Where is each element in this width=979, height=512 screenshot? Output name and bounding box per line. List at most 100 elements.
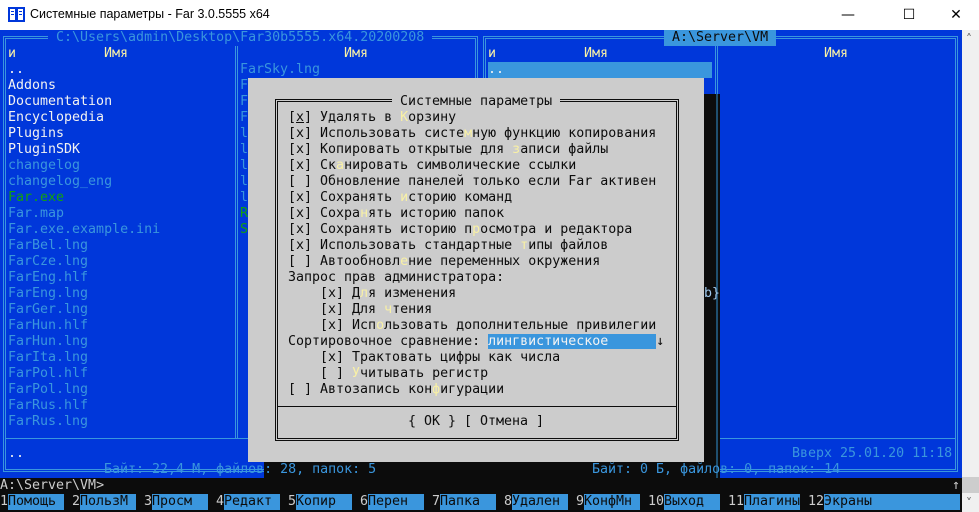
checkbox-option[interactable]: [x] Использовать стандартные типы файлов <box>288 238 608 254</box>
key-f6-button[interactable]: Перен <box>368 494 424 510</box>
ok-button[interactable]: { OK } <box>408 414 456 430</box>
file-list-item[interactable]: .. <box>8 62 24 78</box>
scrollbar-thumb[interactable] <box>962 477 979 493</box>
checkbox-option[interactable]: [x] Для изменения <box>320 286 456 302</box>
checkbox-option[interactable]: [x] Использовать дополнительные привилег… <box>320 318 656 334</box>
checkbox-option[interactable]: [x] Для чтения <box>320 302 432 318</box>
file-list-item[interactable]: l <box>240 126 248 142</box>
file-list-item[interactable]: Documentation <box>8 94 112 110</box>
dropdown-arrow-icon[interactable]: ↓ <box>656 334 664 349</box>
minimize-button[interactable]: — <box>825 0 871 30</box>
file-list-item[interactable]: changelog_eng <box>8 174 112 190</box>
file-list-item[interactable]: l <box>240 158 248 174</box>
left-col-header-name[interactable]: Имя <box>104 46 128 62</box>
checkbox-checked[interactable]: [x] <box>288 190 320 205</box>
scroll-up-arrow-icon[interactable]: ˄ <box>966 32 972 46</box>
sort-comparison-select[interactable]: лингвистическое <box>488 334 657 349</box>
key-f12-button[interactable]: Экраны <box>824 494 960 510</box>
checkbox-option[interactable]: [x] Копировать открытые для записи файлы <box>288 142 608 158</box>
file-list-item[interactable]: Far.exe <box>8 190 64 206</box>
scroll-down-arrow-icon[interactable]: ˅ <box>966 496 972 510</box>
file-list-item[interactable]: F <box>240 94 248 110</box>
cancel-button[interactable]: [ Отмена ] <box>464 414 544 430</box>
right-col-header-sort[interactable]: и <box>488 46 496 62</box>
right-panel-path[interactable]: A:\Server\VM <box>664 30 777 46</box>
checkbox-unchecked[interactable]: [ ] <box>288 174 320 189</box>
command-line-prompt[interactable]: A:\Server\VM> <box>0 478 104 494</box>
file-list-item[interactable]: l <box>240 174 248 190</box>
key-f7-button[interactable]: Папка <box>440 494 496 510</box>
file-list-item[interactable]: F <box>240 78 248 94</box>
right-col-header-name-2[interactable]: Имя <box>824 46 848 62</box>
checkbox-checked[interactable]: [x] <box>288 142 320 157</box>
checkbox-option[interactable]: [x] Использовать системную функцию копир… <box>288 126 656 142</box>
key-f3-button[interactable]: Просм <box>152 494 208 510</box>
file-list-item[interactable]: F <box>240 110 248 126</box>
key-f11-button[interactable]: Плагины <box>744 494 800 510</box>
file-list-item[interactable]: FarIta.lng <box>8 350 88 366</box>
checkbox-unchecked[interactable]: [ ] <box>320 366 352 381</box>
checkbox-checked[interactable]: [x] <box>288 110 320 125</box>
key-f9-button[interactable]: КонфМн <box>584 494 640 510</box>
checkbox-checked[interactable]: [x] <box>288 222 320 237</box>
file-list-item[interactable]: Addons <box>8 78 56 94</box>
file-list-item[interactable]: FarRus.hlf <box>8 398 88 414</box>
checkbox-option[interactable]: [x] Удалять в Корзину <box>288 110 456 126</box>
key-f4-button[interactable]: Редакт <box>224 494 280 510</box>
file-list-item[interactable]: FarPol.lng <box>8 382 88 398</box>
file-list-item[interactable]: S <box>240 222 248 238</box>
checkbox-option[interactable]: [x] Сохранять историю команд <box>288 190 512 206</box>
window-scrollbar[interactable]: ˄ ˅ <box>962 30 979 512</box>
file-list-item[interactable]: FarHun.hlf <box>8 318 88 334</box>
key-f10-button[interactable]: Выход <box>664 494 720 510</box>
checkbox-checked[interactable]: [x] <box>288 158 320 173</box>
file-list-item[interactable]: FarRus.lng <box>8 414 88 430</box>
left-col-header-name-2[interactable]: Имя <box>344 46 368 62</box>
file-list-item[interactable]: FarEng.hlf <box>8 270 88 286</box>
key-f5-button[interactable]: Копир <box>296 494 352 510</box>
file-list-item[interactable]: Far.map <box>8 206 64 222</box>
maximize-button[interactable]: ☐ <box>886 0 932 30</box>
right-panel-selected-row[interactable]: .. <box>488 62 712 78</box>
checkbox-checked[interactable]: [x] <box>288 126 320 141</box>
checkbox-option[interactable]: [x] Сохранять историю папок <box>288 206 504 222</box>
left-col-header-sort[interactable]: и <box>8 46 16 62</box>
file-list-item[interactable]: FarEng.lng <box>8 286 88 302</box>
checkbox-option[interactable]: [ ] Автозапись конфигурации <box>288 382 504 398</box>
checkbox-unchecked[interactable]: [ ] <box>288 382 320 397</box>
file-list-item[interactable]: FarPol.hlf <box>8 366 88 382</box>
checkbox-option[interactable]: [ ] Обновление панелей только если Far а… <box>288 174 656 190</box>
key-f2-button[interactable]: ПользМ <box>80 494 136 510</box>
file-list-item[interactable]: Far.exe.example.ini <box>8 222 160 238</box>
key-f1-button[interactable]: Помощь <box>8 494 64 510</box>
file-list-item[interactable]: Encyclopedia <box>8 110 104 126</box>
checkbox-checked[interactable]: [x] <box>288 206 320 221</box>
file-list-item[interactable]: FarHun.lng <box>8 334 88 350</box>
right-col-header-name[interactable]: Имя <box>584 46 608 62</box>
checkbox-checked[interactable]: [x] <box>320 350 352 365</box>
file-list-item[interactable]: FarSky.lng <box>240 62 320 78</box>
file-list-item[interactable]: Plugins <box>8 126 64 142</box>
file-list-item[interactable]: changelog <box>8 158 80 174</box>
checkbox-option[interactable]: [ ] Автообновление переменных окружения <box>288 254 600 270</box>
checkbox-option[interactable]: [x] Сохранять историю просмотра и редакт… <box>288 222 632 238</box>
file-list-item[interactable]: l <box>240 142 248 158</box>
checkbox-unchecked[interactable]: [ ] <box>288 254 320 269</box>
file-list-item[interactable]: FarBel.lng <box>8 238 88 254</box>
checkbox-checked[interactable]: [x] <box>320 318 352 333</box>
file-list-item[interactable]: R <box>240 206 248 222</box>
checkbox-option[interactable]: [x] Сканировать символические ссылки <box>288 158 576 174</box>
left-panel-path[interactable]: C:\Users\admin\Desktop\Far30b5555.x64.20… <box>48 30 433 46</box>
checkbox-option[interactable]: [x] Трактовать цифры как числа <box>320 350 560 366</box>
key-f8-button[interactable]: Удален <box>512 494 568 510</box>
checkbox-checked[interactable]: [x] <box>288 238 320 253</box>
file-list-item[interactable]: FarGer.lng <box>8 302 88 318</box>
file-list-item[interactable]: l <box>240 190 248 206</box>
sort-comparison-field[interactable]: Сортировочное сравнение: лингвистическое… <box>288 334 664 350</box>
file-list-item[interactable]: PluginSDK <box>8 142 80 158</box>
checkbox-checked[interactable]: [x] <box>320 302 352 317</box>
checkbox-checked[interactable]: [x] <box>320 286 352 301</box>
checkbox-option[interactable]: [ ] Учитывать регистр <box>320 366 488 382</box>
file-list-item[interactable]: FarCze.lng <box>8 254 88 270</box>
close-button[interactable]: ✕ <box>933 0 979 30</box>
